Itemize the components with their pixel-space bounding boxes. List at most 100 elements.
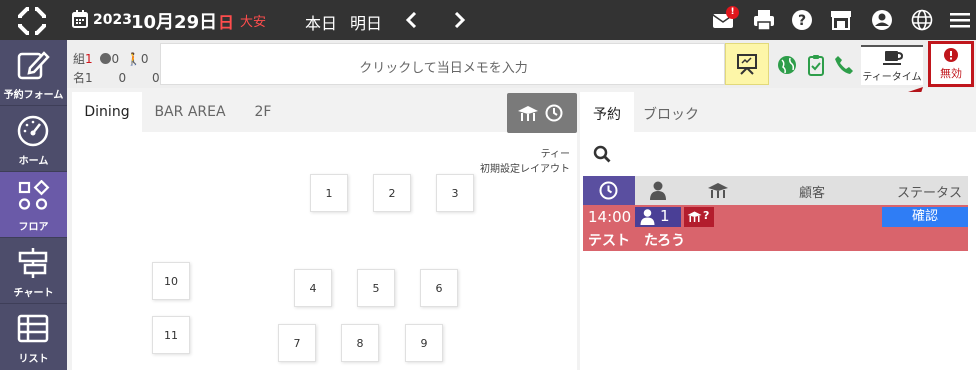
party-size-badge: 1 bbox=[635, 207, 681, 227]
sidebar-item-chart[interactable]: チャート bbox=[0, 238, 67, 304]
table-icon bbox=[687, 211, 702, 222]
people-count-row: 名1 0 0 bbox=[73, 69, 160, 86]
people-web-count: 0 bbox=[118, 71, 127, 85]
walk-in-count: 0 bbox=[140, 52, 149, 66]
table-7[interactable]: 7 bbox=[278, 324, 316, 362]
person-icon bbox=[640, 209, 655, 225]
layout-tea-label: ティー bbox=[540, 149, 570, 160]
table-2[interactable]: 2 bbox=[373, 174, 411, 212]
people-count: 1 bbox=[85, 71, 93, 85]
tab-dining[interactable]: Dining bbox=[72, 92, 142, 132]
invalid-label: 無効 bbox=[940, 67, 962, 80]
customer-name: テスト たろう bbox=[588, 233, 686, 249]
table-5[interactable]: 5 bbox=[357, 269, 395, 307]
projector-screen-icon bbox=[737, 54, 757, 75]
coffee-cup-icon bbox=[883, 51, 903, 65]
table-10[interactable]: 10 bbox=[152, 262, 190, 300]
sidebar-item-label: チャート bbox=[13, 288, 54, 299]
top-bar: 2023 10月29日 日 大安 本日 明日 ! ? bbox=[0, 0, 976, 40]
status-badge[interactable]: 確認 bbox=[882, 207, 968, 227]
party-size: 1 bbox=[660, 207, 670, 225]
web-count: 0 bbox=[111, 52, 120, 66]
sidebar-item-floor[interactable]: フロア bbox=[0, 172, 67, 238]
tomorrow-button[interactable]: 明日 bbox=[350, 10, 382, 34]
current-date[interactable]: 10月29日 bbox=[131, 8, 217, 34]
mail-button[interactable]: ! bbox=[712, 6, 739, 32]
sidebar-item-label: 予約フォーム bbox=[3, 90, 64, 101]
sidebar-item-label: リスト bbox=[18, 354, 49, 365]
table-3[interactable]: 3 bbox=[436, 174, 474, 212]
clock-icon bbox=[599, 181, 618, 200]
sidebar-item-label: フロア bbox=[18, 222, 49, 233]
clock-icon bbox=[545, 104, 563, 122]
tab-reservations[interactable]: 予約 bbox=[580, 92, 634, 132]
table-6[interactable]: 6 bbox=[420, 269, 458, 307]
svg-text:?: ? bbox=[798, 13, 806, 29]
list-table-icon bbox=[17, 314, 49, 343]
user-account-icon[interactable] bbox=[870, 8, 894, 32]
prev-day-icon[interactable] bbox=[405, 12, 419, 28]
reservation-search-input[interactable] bbox=[583, 135, 968, 173]
phone-icon[interactable] bbox=[834, 55, 854, 75]
floor-layout-panel bbox=[72, 92, 577, 370]
next-day-icon[interactable] bbox=[452, 12, 466, 28]
table-8[interactable]: 8 bbox=[341, 324, 379, 362]
rokuyo-label: 大安 bbox=[240, 15, 267, 30]
table-icon bbox=[708, 183, 728, 198]
group-count: 1 bbox=[85, 52, 93, 66]
presentation-button[interactable] bbox=[725, 43, 769, 85]
customer-column-header[interactable]: 顧客 bbox=[799, 182, 825, 201]
language-globe-icon[interactable] bbox=[910, 8, 934, 32]
mail-badge: ! bbox=[726, 6, 739, 19]
reservation-time: 14:00 bbox=[588, 208, 632, 226]
print-icon[interactable] bbox=[752, 8, 776, 32]
time-column-header[interactable] bbox=[583, 176, 635, 205]
floor-shapes-icon bbox=[18, 180, 50, 210]
edit-form-icon bbox=[17, 51, 50, 80]
chart-timeline-icon bbox=[18, 248, 48, 278]
store-icon[interactable] bbox=[829, 8, 853, 32]
tab-bar-area[interactable]: BAR AREA bbox=[148, 92, 232, 132]
web-globe-icon[interactable] bbox=[777, 55, 797, 75]
current-year: 2023 bbox=[93, 12, 132, 28]
reservation-row[interactable]: 14:00 1 ? 確認 テスト たろう bbox=[583, 205, 968, 251]
table-11[interactable]: 11 bbox=[152, 316, 190, 354]
layout-settings-button[interactable] bbox=[507, 93, 577, 133]
table-icon bbox=[518, 106, 538, 121]
table-4[interactable]: 4 bbox=[294, 269, 332, 307]
hamburger-menu-icon[interactable] bbox=[948, 8, 972, 32]
table-1[interactable]: 1 bbox=[310, 174, 348, 212]
teatime-label: ティータイム bbox=[862, 72, 922, 83]
status-column-header[interactable]: ステータス bbox=[897, 182, 962, 201]
daily-memo-input[interactable]: クリックして当日メモを入力 bbox=[160, 43, 725, 85]
people-walk-count: 0 bbox=[151, 71, 160, 85]
layout-default-label: 初期設定レイアウト bbox=[480, 164, 570, 175]
invalid-status-button[interactable]: 無効 bbox=[928, 41, 974, 87]
sidebar-item-list[interactable]: リスト bbox=[0, 304, 67, 370]
web-globe-icon bbox=[100, 53, 112, 64]
table-unassigned-mark: ? bbox=[703, 209, 710, 222]
group-count-row: 組1 0 🚶0 bbox=[73, 50, 149, 67]
search-icon bbox=[593, 145, 611, 163]
clipboard-check-icon[interactable] bbox=[807, 54, 825, 76]
group-label: 組 bbox=[73, 52, 86, 66]
tab-2f[interactable]: 2F bbox=[245, 92, 281, 132]
sidebar: 予約フォーム ホーム フロア チャート リスト bbox=[0, 40, 67, 370]
calendar-icon[interactable] bbox=[72, 10, 88, 28]
people-label: 名 bbox=[73, 71, 86, 85]
person-icon bbox=[650, 181, 666, 200]
walk-in-icon: 🚶 bbox=[125, 52, 141, 66]
teatime-button[interactable]: ティータイム bbox=[861, 45, 923, 85]
sidebar-item-label: ホーム bbox=[18, 156, 49, 167]
dashboard-gauge-icon bbox=[17, 115, 49, 147]
help-icon[interactable]: ? bbox=[790, 8, 814, 32]
sidebar-item-reservation-form[interactable]: 予約フォーム bbox=[0, 40, 67, 106]
app-logo-icon[interactable] bbox=[18, 7, 46, 35]
table-9[interactable]: 9 bbox=[405, 324, 443, 362]
today-button[interactable]: 本日 bbox=[305, 10, 337, 34]
table-assignment-badge: ? bbox=[684, 207, 714, 227]
alert-circle-icon bbox=[944, 48, 958, 62]
sidebar-item-home[interactable]: ホーム bbox=[0, 106, 67, 172]
reservation-table-header: 顧客 ステータス bbox=[583, 176, 968, 205]
tab-block[interactable]: ブロック bbox=[640, 92, 702, 132]
